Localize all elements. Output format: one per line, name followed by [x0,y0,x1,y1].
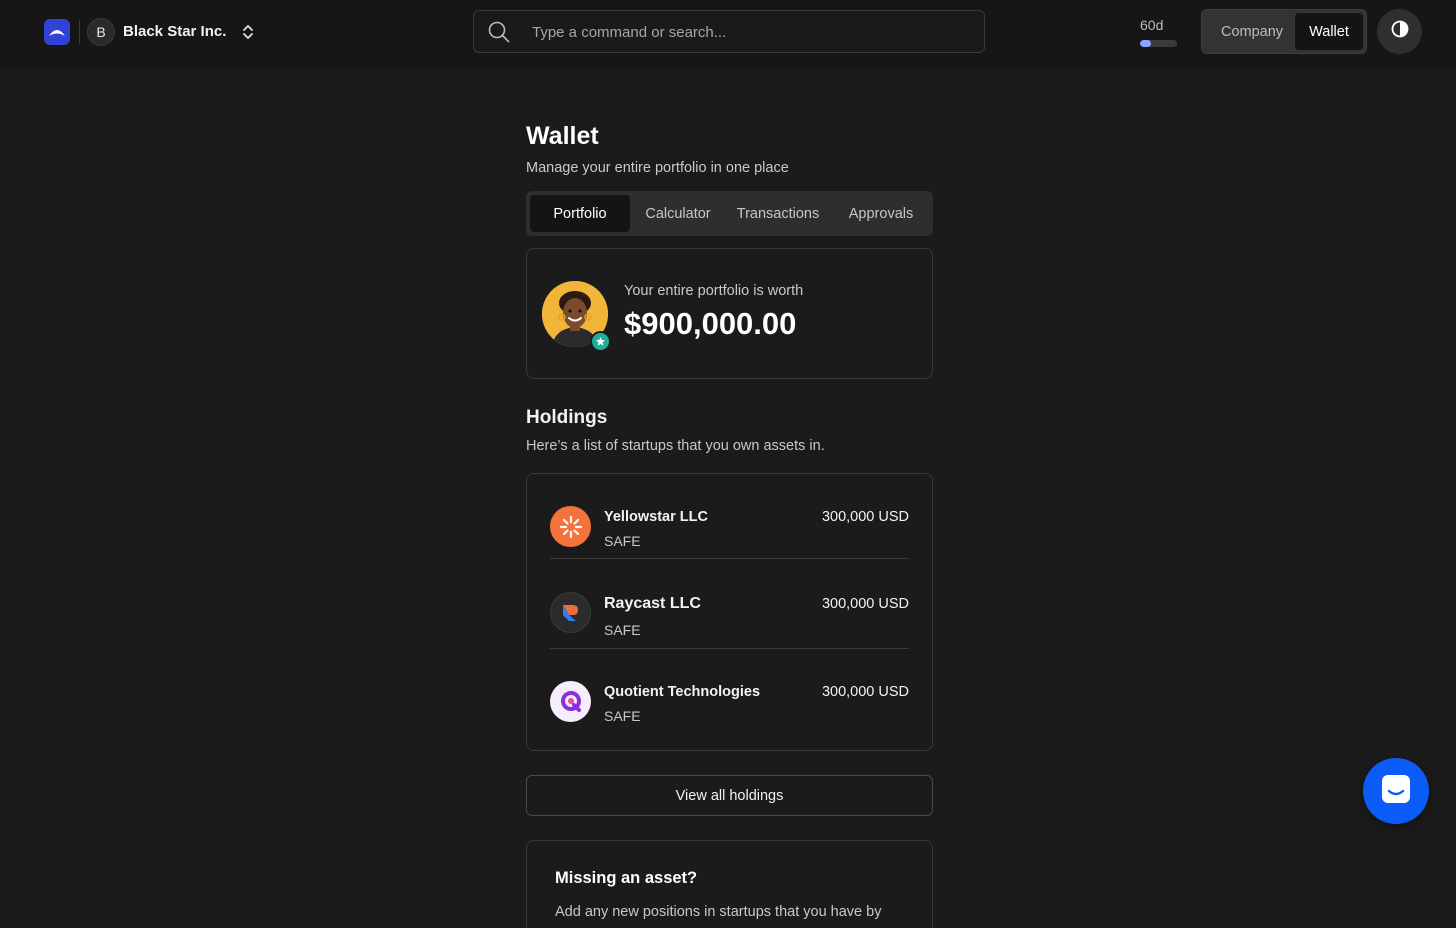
portfolio-worth-value: $900,000.00 [624,306,797,341]
holding-amount: 300,000 USD [821,684,909,700]
page-title: Wallet [526,122,599,150]
tab-approvals[interactable]: Approvals [834,195,928,232]
row-divider [550,648,909,649]
org-avatar[interactable]: B [87,18,115,46]
holding-name: Raycast LLC [604,595,701,612]
chat-icon [1381,774,1411,809]
theme-toggle-button[interactable] [1377,9,1422,54]
portfolio-worth-card: Your entire portfolio is worth $900,000.… [526,248,933,379]
command-search[interactable] [473,10,985,53]
wallet-tabs: Portfolio Calculator Transactions Approv… [526,191,933,236]
chevron-up-down-icon[interactable] [240,23,256,41]
holdings-list: Yellowstar LLC SAFE 300,000 USD Raycast … [526,473,933,751]
mode-wallet-button[interactable]: Wallet [1295,13,1363,50]
list-item[interactable]: Quotient Technologies SAFE 300,000 USD [550,681,909,729]
mode-company-button[interactable]: Company [1207,13,1297,50]
verified-badge-icon [590,331,611,352]
tab-portfolio[interactable]: Portfolio [530,195,630,232]
holding-name: Quotient Technologies [604,684,761,700]
tab-transactions[interactable]: Transactions [726,195,830,232]
row-divider [550,558,909,559]
missing-asset-text: Add any new positions in startups that y… [555,904,882,920]
trial-days-label: 60d [1140,17,1164,33]
mode-switch: Company Wallet [1201,9,1367,54]
missing-asset-title: Missing an asset? [555,869,698,887]
org-name[interactable]: Black Star Inc. [123,23,226,40]
contrast-icon [1391,20,1409,43]
holding-type: SAFE [604,533,641,549]
holding-type: SAFE [604,708,641,724]
list-item[interactable]: Yellowstar LLC SAFE 300,000 USD [550,506,909,562]
raycast-logo-icon [550,592,591,633]
page-subtitle: Manage your entire portfolio in one plac… [526,160,789,176]
holding-amount: 300,000 USD [821,596,909,612]
holdings-title: Holdings [526,407,608,428]
portfolio-worth-label: Your entire portfolio is worth [624,283,804,299]
list-item[interactable]: Raycast LLC SAFE 300,000 USD [550,592,909,650]
header-divider [79,20,80,44]
quotient-logo-icon [550,681,591,722]
missing-asset-card: Missing an asset? Add any new positions … [526,840,933,928]
view-all-holdings-button[interactable]: View all holdings [526,775,933,816]
yellowstar-logo-icon [550,506,591,547]
holdings-subtitle: Here’s a list of startups that you own a… [526,438,825,454]
holding-type: SAFE [604,622,641,638]
top-bar: B Black Star Inc. 60d Company Wallet [0,0,1456,68]
holding-amount: 300,000 USD [821,509,909,525]
chat-launcher-button[interactable] [1363,758,1429,824]
tab-calculator[interactable]: Calculator [634,195,722,232]
app-logo-icon[interactable] [44,19,70,45]
search-icon [488,21,510,43]
search-input[interactable] [532,19,952,45]
trial-progress-bar [1140,40,1177,47]
trial-progress-fill [1140,40,1152,47]
holding-name: Yellowstar LLC [604,509,708,525]
